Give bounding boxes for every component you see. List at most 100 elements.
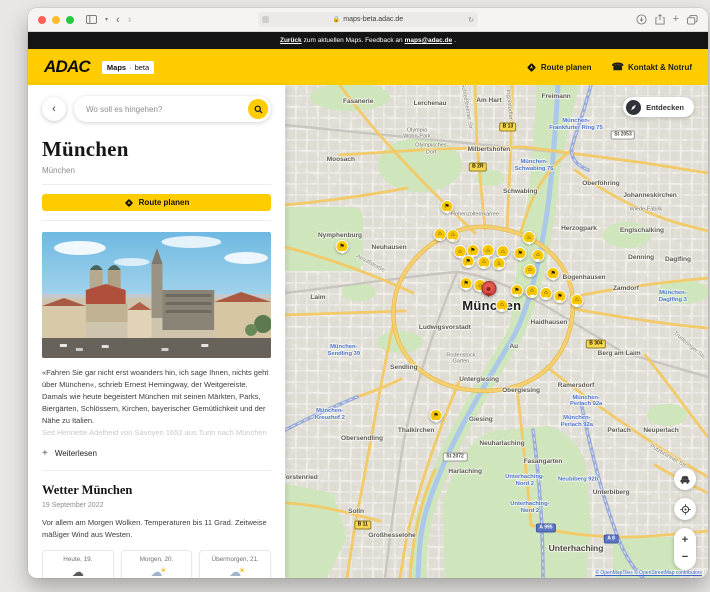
weather-cards: Heute, 19. ☀☁ 11°C7°C ☂56% ⚑19 km/h Morg… [42,550,271,578]
map-overlay: München FasanerieLerchenauAm HartFreiman… [285,85,708,578]
map-poi-sight[interactable]: ⚑ [547,267,560,280]
search-input[interactable] [86,105,248,114]
phone-icon: ☎ [612,62,624,73]
map-label: Neubiberg 92b [558,477,598,484]
downloads-icon[interactable] [636,14,647,25]
map-label: Berg am Laim [598,350,641,358]
route-planen-button[interactable]: Route planen [42,194,271,211]
map-label: Neuharlaching [479,440,524,448]
map-label: Moosach [327,156,355,164]
road-badge: B 304 [586,340,606,349]
map-label: Freimann [542,93,571,101]
map-poi-museum[interactable]: ⌂ [526,285,539,298]
map-label: Johanneskirchen [623,193,676,201]
zoom-in-button[interactable]: + [682,535,688,546]
map-label: Großhesselohe [368,532,415,540]
map[interactable]: München FasanerieLerchenauAm HartFreiman… [285,85,708,578]
route-diamond-icon [526,62,537,73]
zoom-controls: + − [674,528,696,570]
desktop: ▾ ‹ › 🔒 maps-beta.adac.de ↻ + [0,0,710,592]
adac-logo[interactable]: ADAC [44,57,90,77]
map-poi-museum[interactable]: ⌂ [531,249,544,262]
minimize-window-button[interactable] [52,16,60,24]
entdecken-button[interactable]: Entdecken [623,97,694,117]
share-icon[interactable] [655,14,665,25]
map-label: Englschalking [620,227,664,235]
map-poi-museum[interactable]: ⌂ [433,228,446,241]
plus-icon: + [42,448,48,459]
map-poi-sight[interactable]: ⚑ [514,247,527,260]
map-label: Arnulfstraße [354,254,385,275]
map-label: Truderinger Str. [671,331,706,362]
map-label: Putzbrunner Str. [648,444,688,471]
weather-summary: Vor allem am Morgen Wolken. Temperaturen… [42,517,271,541]
back-to-maps-link[interactable]: Zurück [280,37,302,44]
map-label: München- Schwabing 76 [515,159,554,173]
weather-cloud-icon: ☀☁ [46,565,110,578]
back-icon[interactable]: ‹ [116,14,120,26]
locate-me-button[interactable] [674,498,696,520]
map-label: Schleißheimer Str. [458,85,473,131]
map-poi-museum[interactable]: ⌂ [570,294,583,307]
map-poi-sight[interactable]: ⚑ [460,277,473,290]
zoom-out-button[interactable]: − [682,552,688,563]
traffic-layer-button[interactable] [674,468,696,490]
map-label: Denning [628,254,654,262]
map-poi-sight[interactable]: ⚑ [553,290,566,303]
lock-icon: 🔒 [333,16,340,23]
app-header: ADAC Maps·beta Route planen ☎ Kontakt & … [28,49,708,85]
map-label: Ramersdorf [558,382,594,390]
map-poi-sight[interactable]: ⚑ [441,200,454,213]
map-poi-sight[interactable]: ⚑ [510,284,523,297]
map-poi-sight[interactable]: ⚑ [462,255,475,268]
search-box [74,96,271,122]
map-poi-sight[interactable]: ⚑ [336,240,349,253]
url-text: maps-beta.adac.de [343,16,403,23]
weather-card-tomorrow: Morgen, 20. ☀☁ 12°C8°C ☂65% ⚑11 km/h [121,550,193,578]
header-route-planen[interactable]: Route planen [526,62,592,73]
map-label: Obergiesing [502,387,540,395]
sidebar-toggle-icon[interactable] [86,15,97,24]
map-poi-sight[interactable]: ⚑ [430,409,443,422]
search-button[interactable] [248,99,268,119]
map-poi-museum[interactable]: ⌂ [446,229,459,242]
sidebar-chevron-icon[interactable]: ▾ [105,17,108,23]
read-more-link[interactable]: + Weiterlesen [42,448,271,471]
map-label: Fasangarten [524,458,563,466]
map-poi-food[interactable]: ♨ [523,231,536,244]
compass-icon [626,100,641,115]
close-window-button[interactable] [38,16,46,24]
map-label: Unterhaching- Nord 2 [510,502,549,516]
map-poi-food[interactable]: ♨ [493,257,506,270]
weather-card-today: Heute, 19. ☀☁ 11°C7°C ☂56% ⚑19 km/h [42,550,114,578]
fullscreen-window-button[interactable] [66,16,74,24]
header-kontakt-notruf[interactable]: ☎ Kontakt & Notruf [612,62,692,73]
map-label: München- Perlach 92a [561,415,593,429]
weather-card-day-after: Übermorgen, 21. ☀☁ 13°C6°C ☂5% ⚑4 km/h [199,550,271,578]
weather-title: Wetter München [42,483,271,498]
map-label: Forstenried [285,475,318,483]
tab-overview-icon[interactable] [687,15,698,25]
map-label: Obersendling [341,436,383,444]
map-label: Olympisches Dorf [415,142,446,155]
forward-icon[interactable]: › [128,14,132,26]
map-poi-museum[interactable]: ⌂ [539,287,552,300]
map-label: Schwabing [503,188,537,196]
map-poi-museum[interactable]: ⌂ [495,299,508,312]
new-tab-icon[interactable]: + [673,14,679,25]
map-pin[interactable] [481,281,496,296]
map-label: Wiede-Fabrik [629,207,662,214]
map-poi-museum[interactable]: ⌂ [523,264,536,277]
product-badge: Maps·beta [102,61,154,74]
address-bar[interactable]: 🔒 maps-beta.adac.de ↻ [258,12,478,27]
map-attribution[interactable]: © OpenMapTiles © OpenStreetMap contribut… [593,570,704,576]
feedback-mail-link[interactable]: maps@adac.de [405,37,453,44]
reload-icon[interactable]: ↻ [468,16,474,24]
map-label: Haidhausen [531,319,568,327]
site-favicon [262,16,269,23]
map-label: Unterbiberg [593,489,630,497]
map-poi-museum[interactable]: ⌂ [477,256,490,269]
panel-back-button[interactable]: ‹ [42,97,66,121]
locate-icon [680,504,691,515]
map-label: Solln [348,509,364,517]
